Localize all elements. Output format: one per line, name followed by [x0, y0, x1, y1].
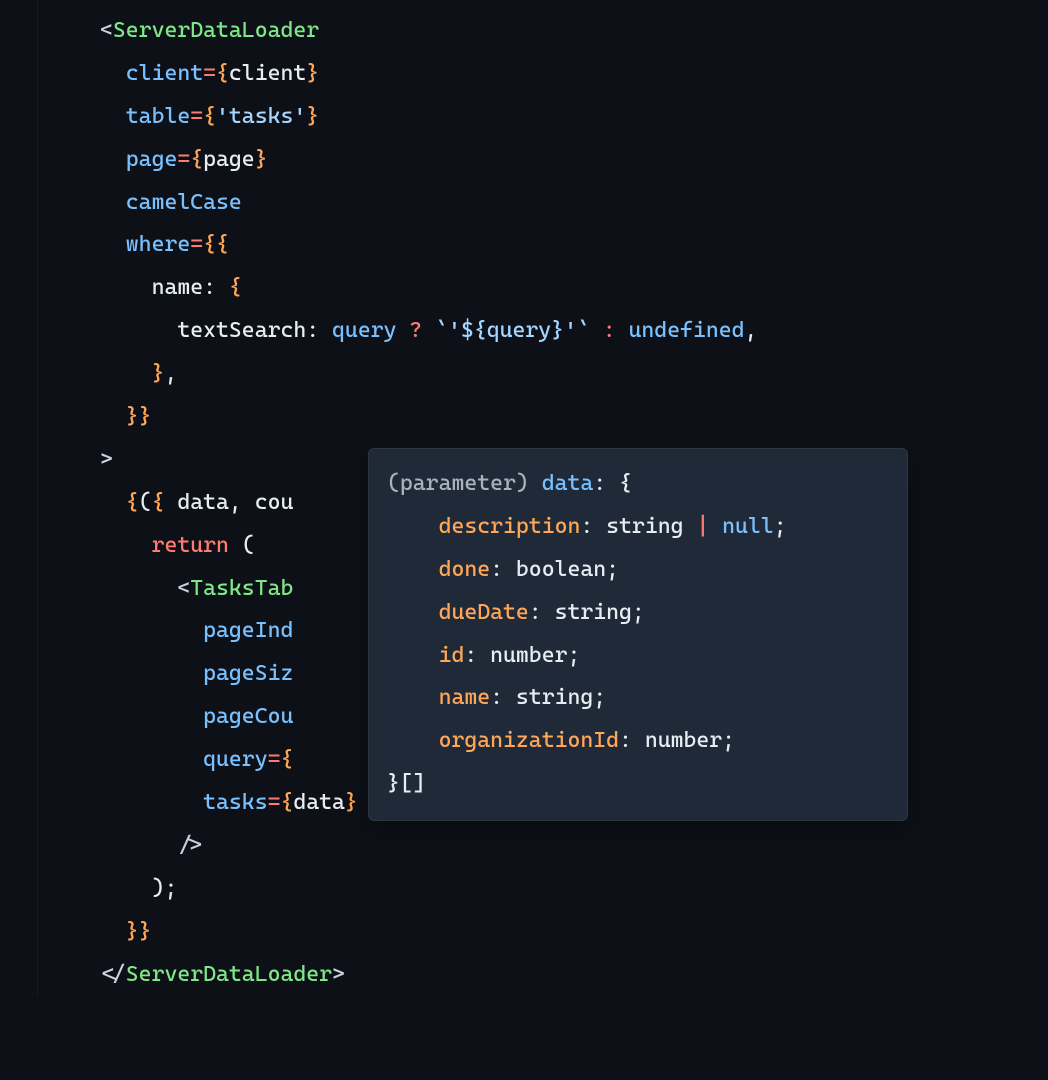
intellisense-tooltip: (parameter) data: { description: string …	[368, 448, 908, 821]
tooltip-field: id: number;	[387, 635, 889, 678]
tooltip-field: dueDate: string;	[387, 592, 889, 635]
tooltip-field: organizationId: number;	[387, 720, 889, 763]
tooltip-field: name: string;	[387, 677, 889, 720]
tooltip-field: done: boolean;	[387, 549, 889, 592]
gutter-margin	[0, 0, 38, 996]
tooltip-header: (parameter) data: {	[387, 463, 889, 506]
tooltip-closing: }[]	[387, 763, 889, 806]
tooltip-field: description: string | null;	[387, 506, 889, 549]
jsx-closing-tag: ServerDataLoader	[126, 962, 332, 987]
jsx-opening-tag: ServerDataLoader	[113, 18, 319, 43]
